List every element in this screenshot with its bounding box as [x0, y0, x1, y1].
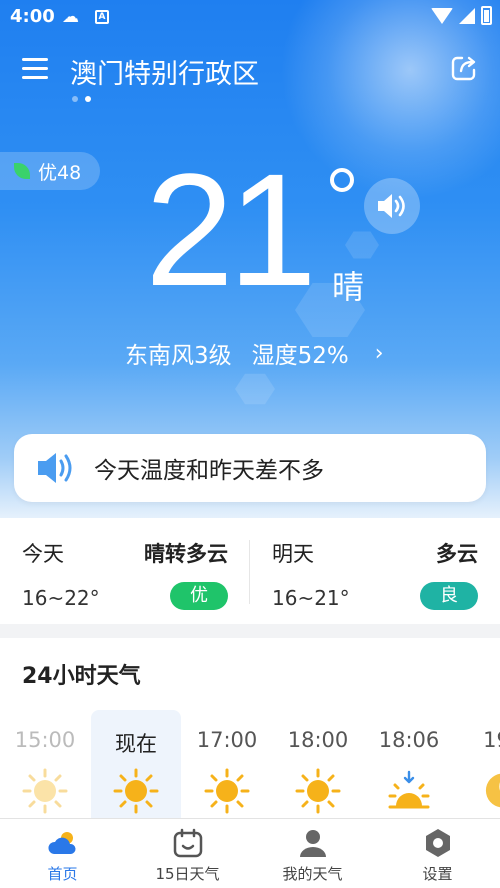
day-condition: 多云 [436, 542, 478, 566]
air-quality-badge: 良 [420, 582, 478, 610]
menu-icon[interactable] [22, 58, 48, 80]
hourly-title: 24小时天气 [22, 664, 141, 689]
leaf-icon [14, 163, 30, 179]
hour-item[interactable]: 19: [455, 710, 500, 818]
hour-time: 18:00 [287, 728, 349, 752]
day-name: 明天 [272, 542, 314, 566]
hour-time: 18:06 [378, 728, 440, 752]
day-temp-range: 16~22° [22, 586, 100, 610]
light-hex [235, 373, 275, 405]
battery-icon [481, 6, 492, 25]
hour-time: 17:00 [196, 728, 258, 752]
hour-time: 19: [483, 728, 500, 752]
city-title[interactable]: 澳门特别行政区 [70, 52, 259, 91]
current-temperature: 21 [145, 140, 317, 319]
gear-icon [426, 829, 450, 857]
voice-broadcast-button[interactable] [364, 178, 420, 234]
share-icon[interactable] [450, 54, 478, 82]
calendar-icon [173, 828, 203, 858]
hour-time: 15:00 [14, 728, 76, 752]
tab-my-weather[interactable]: 我的天气 [250, 819, 375, 888]
app-notification-icon: A [95, 10, 109, 24]
humidity-text: 湿度52% [251, 343, 349, 369]
sun-icon [295, 768, 341, 814]
hour-item[interactable]: 18:00 [273, 710, 363, 818]
page-dot [72, 96, 78, 102]
hour-time: 现在 [115, 732, 157, 756]
page-dot-active [85, 96, 91, 102]
weather-tip-card[interactable]: 今天温度和昨天差不多 [14, 434, 486, 502]
speaker-icon [38, 453, 72, 483]
wifi-icon [431, 7, 453, 24]
chevron-right-icon: › [374, 340, 384, 366]
aqi-pill[interactable]: 优48 [0, 152, 100, 190]
hour-item-now[interactable]: 现在 [91, 710, 181, 818]
moon-icon [485, 773, 500, 808]
cloud-status-icon: ☁ [62, 7, 79, 27]
sun-icon [113, 768, 159, 814]
day-name: 今天 [22, 542, 64, 566]
hour-item[interactable]: 15:00 [0, 710, 90, 818]
top-bar: 澳门特别行政区 [0, 46, 500, 92]
day-condition: 晴转多云 [144, 542, 228, 566]
page-indicator [72, 96, 91, 102]
wind-humidity-row[interactable]: 东南风3级 湿度52% › [125, 336, 384, 370]
tab-settings[interactable]: 设置 [375, 819, 500, 888]
status-time: 4:00 [10, 6, 55, 27]
tab-home[interactable]: 首页 [0, 819, 125, 888]
daily-summary: 今天 晴转多云 16~22° 优 明天 多云 16~21° 良 [0, 518, 500, 624]
hourly-forecast: 24小时天气 15:00 现在 17:00 18:00 18:06 1 [0, 638, 500, 818]
tab-label: 首页 [47, 865, 78, 883]
light-hex [345, 231, 379, 259]
hour-item[interactable]: 17:00 [182, 710, 272, 818]
day-card-today[interactable]: 今天 晴转多云 16~22° 优 [0, 518, 250, 624]
person-icon [300, 830, 326, 857]
status-bar: 4:00 ☁ A [0, 0, 500, 34]
degree-symbol [330, 168, 354, 192]
hour-item[interactable]: 18:06 [364, 710, 454, 818]
tab-label: 我的天气 [282, 865, 343, 883]
speaker-icon [378, 194, 405, 218]
tab-15-day[interactable]: 15日天气 [125, 819, 250, 888]
sun-icon [22, 768, 68, 814]
sunset-icon [388, 770, 430, 809]
status-icons [431, 6, 492, 25]
aqi-label: 优48 [38, 161, 82, 184]
tip-text: 今天温度和昨天差不多 [94, 458, 324, 484]
signal-icon [459, 7, 475, 24]
current-condition: 晴 [332, 268, 365, 306]
day-temp-range: 16~21° [272, 586, 350, 610]
wind-text: 东南风3级 [125, 343, 232, 369]
sun-icon [204, 768, 250, 814]
bottom-tab-bar: 首页 15日天气 我的天气 设置 [0, 818, 500, 888]
tab-label: 15日天气 [155, 865, 220, 883]
tab-label: 设置 [422, 865, 453, 883]
air-quality-badge: 优 [170, 582, 228, 610]
day-card-tomorrow[interactable]: 明天 多云 16~21° 良 [250, 518, 500, 624]
cloud-sun-icon [48, 832, 76, 854]
